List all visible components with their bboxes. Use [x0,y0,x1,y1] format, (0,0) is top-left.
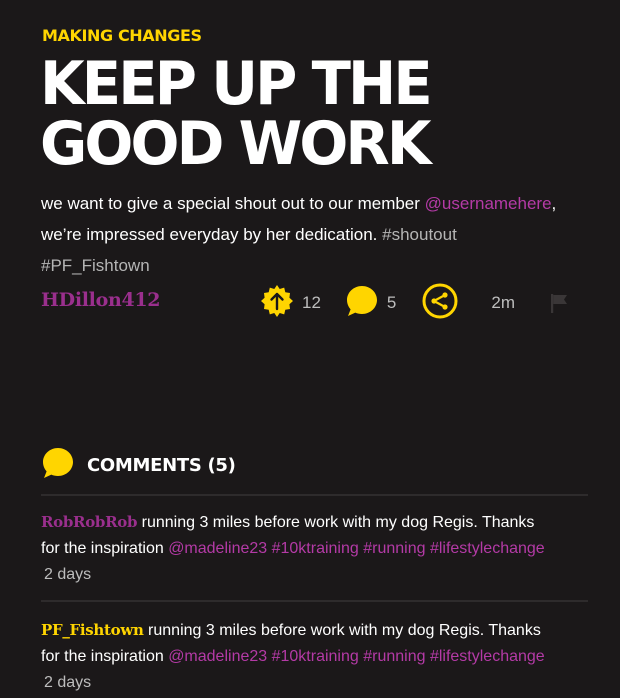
post-author[interactable]: HDillon412 [41,289,161,311]
title-line-2: GOOD WORK [40,109,432,179]
comment-text-2: for the inspiration [41,540,169,557]
comment-timestamp: 2 days [44,566,92,583]
hashtag-pf-fishtown[interactable]: #PF_Fishtown [41,256,150,275]
speech-bubble-icon [345,284,379,323]
comments-count: 5 [386,293,397,312]
share-icon [422,283,458,324]
comment-item: PF_Fishtown running 3 miles before work … [41,617,591,696]
page-title: KEEP UP THE GOOD WORK [40,54,433,174]
comment-text: running 3 miles before work with my dog … [148,622,541,639]
divider [41,600,588,602]
comment-timestamp: 2 days [44,674,92,691]
post-text-2: , [551,194,557,213]
comment-item: RobRobRob running 3 miles before work wi… [41,509,591,588]
comments-header: COMMENTS (5) [41,446,236,485]
upvote-badge-icon [260,284,294,323]
post-timestamp: 2m [491,293,516,312]
upvote-count: 12 [302,293,321,312]
comment-username[interactable]: RobRobRob [41,513,137,531]
comments-button[interactable]: 5 [345,284,396,323]
eyebrow-label: MAKING CHANGES [42,26,202,45]
share-button[interactable] [422,283,458,324]
comment-tags-link[interactable]: @madeline23 #10ktraining #running #lifes… [168,540,545,557]
comments-title: COMMENTS (5) [87,455,236,476]
post-actions: 12 5 2m [260,283,569,323]
comment-text-2: for the inspiration [41,648,169,665]
post-body: we want to give a special shout out to o… [41,188,601,281]
post-text-1: we want to give a special shout out to o… [41,194,425,213]
comment-text: running 3 miles before work with my dog … [141,514,535,531]
member-mention-link[interactable]: @usernamehere [425,194,552,213]
upvote-button[interactable]: 12 [260,284,321,323]
speech-bubble-icon [41,446,75,485]
flag-icon[interactable] [549,292,569,314]
divider [41,494,588,496]
post-text-3: we’re impressed everyday by her dedicati… [41,225,383,244]
comment-tags-link[interactable]: @madeline23 #10ktraining #running #lifes… [168,648,545,665]
comment-username[interactable]: PF_Fishtown [41,621,144,639]
hashtag-shoutout[interactable]: #shoutout [382,225,457,244]
